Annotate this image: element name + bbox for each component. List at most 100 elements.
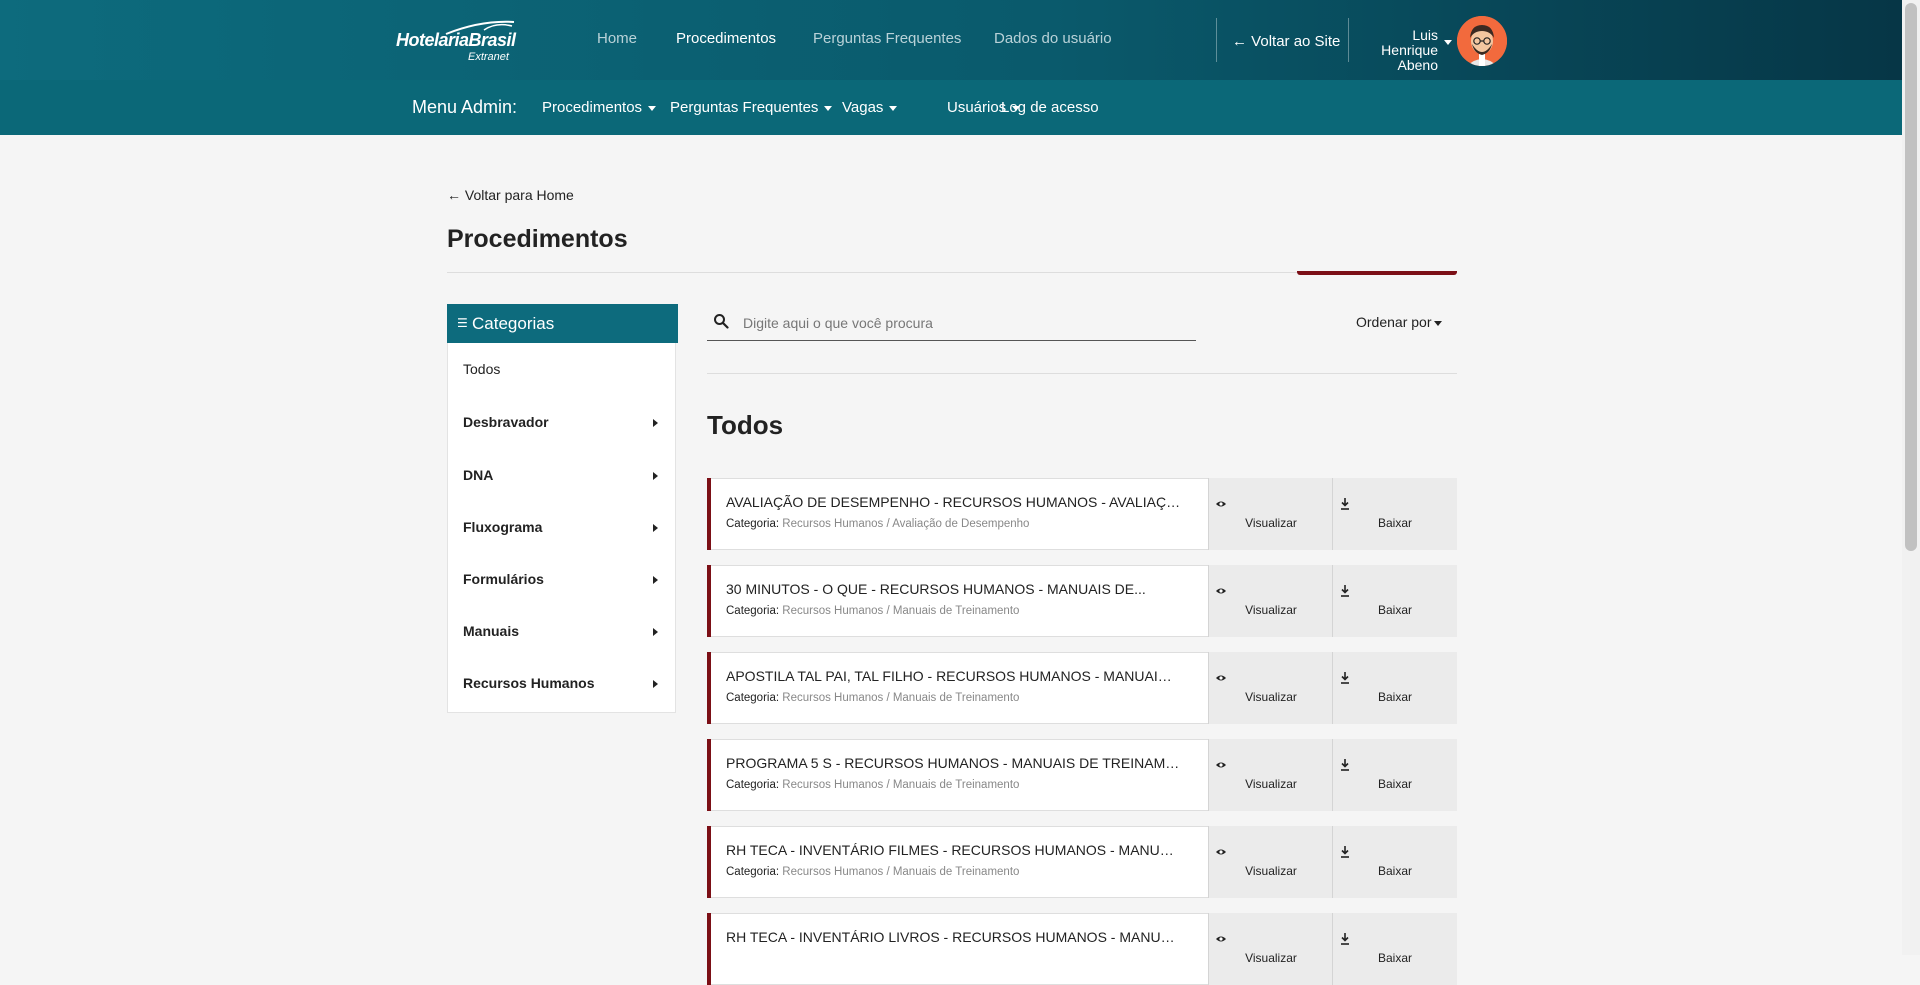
document-title: PROGRAMA 5 S - RECURSOS HUMANOS - MANUAI…	[726, 755, 1181, 771]
user-name-line: Abeno	[1397, 57, 1438, 73]
view-button-label: Visualizar	[1245, 951, 1297, 965]
download-button-label: Baixar	[1377, 864, 1412, 878]
view-button[interactable]: Visualizar	[1208, 826, 1333, 898]
download-button[interactable]: Baixar	[1332, 739, 1457, 811]
download-button[interactable]: Baixar	[1332, 652, 1457, 724]
category-value: Recursos Humanos / Manuais de Treinament…	[782, 779, 1020, 791]
caret-down-icon	[648, 105, 657, 111]
document-title: 30 MINUTOS - O QUE - RECURSOS HUMANOS - …	[726, 581, 1146, 597]
caret-down-icon[interactable]	[1444, 40, 1452, 45]
category-item-todos[interactable]: Todos	[463, 361, 668, 383]
nav-dados-usuario[interactable]: Dados do usuário	[994, 30, 1112, 47]
logo-subtext: Extranet	[468, 51, 509, 63]
view-button[interactable]: Visualizar	[1208, 739, 1333, 811]
search-input[interactable]	[741, 310, 1185, 336]
back-to-site-label: Voltar ao Site	[1251, 33, 1341, 50]
category-item-label: Recursos Humanos	[463, 675, 595, 691]
search-bar	[707, 306, 1196, 341]
download-button-label: Baixar	[1377, 690, 1412, 704]
card-accent-bar	[707, 565, 711, 637]
document-card: RH TECA - INVENTÁRIO FILMES - RECURSOS H…	[707, 826, 1457, 898]
categories-panel: ☰ Categorias Todos Desbravador DNA Fluxo…	[447, 304, 678, 713]
admin-menu-label: Menu Admin:	[412, 97, 518, 117]
category-prefix: Categoria:	[726, 779, 780, 791]
view-button[interactable]: Visualizar	[1208, 913, 1333, 985]
admin-menu-bar: Menu Admin: Procedimentos Perguntas Freq…	[0, 80, 1902, 135]
document-title: RH TECA - INVENTÁRIO LIVROS - RECURSOS H…	[726, 929, 1181, 945]
download-button-label: Baixar	[1377, 777, 1412, 791]
admin-menu-procedimentos[interactable]: Procedimentos	[542, 99, 657, 116]
document-card: RH TECA - INVENTÁRIO LIVROS - RECURSOS H…	[707, 913, 1457, 985]
download-button-label: Baixar	[1377, 516, 1412, 530]
top-header: HotelariaBrasil Extranet Home Procedimen…	[0, 0, 1902, 80]
category-item-manuais[interactable]: Manuais	[463, 623, 668, 645]
view-button-label: Visualizar	[1245, 777, 1297, 791]
view-button-label: Visualizar	[1245, 603, 1297, 617]
caret-right-icon	[653, 419, 658, 427]
download-button[interactable]: Baixar	[1332, 565, 1457, 637]
download-icon	[1341, 846, 1349, 858]
caret-right-icon	[653, 524, 658, 532]
category-item-recursos-humanos[interactable]: Recursos Humanos	[463, 675, 668, 697]
avatar[interactable]	[1457, 16, 1507, 66]
eye-icon	[1216, 849, 1226, 855]
eye-icon	[1216, 762, 1226, 768]
download-button[interactable]: Baixar	[1332, 478, 1457, 550]
eye-icon	[1216, 936, 1226, 942]
view-button[interactable]: Visualizar	[1208, 652, 1333, 724]
user-name-line: Luis	[1412, 27, 1438, 43]
category-item-label: DNA	[463, 467, 494, 483]
scrollbar-thumb[interactable]	[1905, 3, 1917, 551]
hotelaria-brasil-logo[interactable]: HotelariaBrasil Extranet	[396, 18, 516, 64]
document-category: Categoria: Recursos Humanos / Manuais de…	[726, 779, 1019, 791]
category-item-label: Formulários	[463, 571, 544, 587]
nav-home[interactable]: Home	[597, 30, 637, 47]
sort-dropdown[interactable]: Ordenar por	[1356, 314, 1443, 330]
download-button-label: Baixar	[1377, 603, 1412, 617]
eye-icon	[1216, 501, 1226, 507]
category-item-label: Desbravador	[463, 414, 549, 430]
caret-right-icon	[653, 576, 658, 584]
document-card: PROGRAMA 5 S - RECURSOS HUMANOS - MANUAI…	[707, 739, 1457, 811]
document-title: APOSTILA TAL PAI, TAL FILHO - RECURSOS H…	[726, 668, 1181, 684]
back-to-home-link[interactable]: ← Voltar para Home	[447, 187, 574, 203]
category-item-formularios[interactable]: Formulários	[463, 571, 668, 593]
download-button[interactable]: Baixar	[1332, 826, 1457, 898]
view-button[interactable]: Visualizar	[1208, 565, 1333, 637]
search-icon	[714, 314, 729, 329]
eye-icon	[1216, 675, 1226, 681]
user-menu-toggle[interactable]: Luis Henrique Abeno	[1368, 28, 1438, 73]
back-to-site-link[interactable]: ← Voltar ao Site	[1232, 33, 1340, 50]
user-avatar-icon	[1457, 16, 1507, 66]
admin-menu-perguntas-frequentes[interactable]: Perguntas Frequentes	[670, 99, 833, 116]
download-icon	[1341, 498, 1349, 510]
category-value: Recursos Humanos / Manuais de Treinament…	[782, 866, 1020, 878]
page-scrollbar[interactable]	[1902, 0, 1920, 955]
view-button[interactable]: Visualizar	[1208, 478, 1333, 550]
category-item-desbravador[interactable]: Desbravador	[463, 414, 668, 436]
admin-menu-item-label: Vagas	[842, 99, 884, 116]
logo-text: HotelariaBrasil	[396, 30, 516, 50]
category-value: Recursos Humanos / Manuais de Treinament…	[782, 692, 1020, 704]
caret-right-icon	[653, 628, 658, 636]
admin-menu-log-de-acesso[interactable]: Log de acesso	[1001, 99, 1099, 116]
admin-menu-item-label: Procedimentos	[542, 99, 643, 116]
admin-menu-vagas[interactable]: Vagas	[842, 99, 898, 116]
categories-title: Categorias	[472, 314, 555, 333]
header-divider	[1216, 18, 1217, 62]
nav-perguntas-frequentes[interactable]: Perguntas Frequentes	[813, 30, 961, 47]
eye-icon	[1216, 588, 1226, 594]
download-icon	[1341, 585, 1349, 597]
category-item-dna[interactable]: DNA	[463, 467, 668, 489]
nav-procedimentos[interactable]: Procedimentos	[676, 30, 776, 47]
list-divider	[707, 373, 1457, 374]
category-item-label: Fluxograma	[463, 519, 543, 535]
caret-right-icon	[653, 680, 658, 688]
categories-header: ☰ Categorias	[447, 304, 678, 343]
category-item-label: Manuais	[463, 623, 520, 639]
card-accent-bar	[707, 739, 711, 811]
document-category: Categoria: Recursos Humanos / Manuais de…	[726, 692, 1019, 704]
category-item-fluxograma[interactable]: Fluxograma	[463, 519, 668, 541]
list-icon: ☰	[457, 316, 468, 330]
download-button[interactable]: Baixar	[1332, 913, 1457, 985]
